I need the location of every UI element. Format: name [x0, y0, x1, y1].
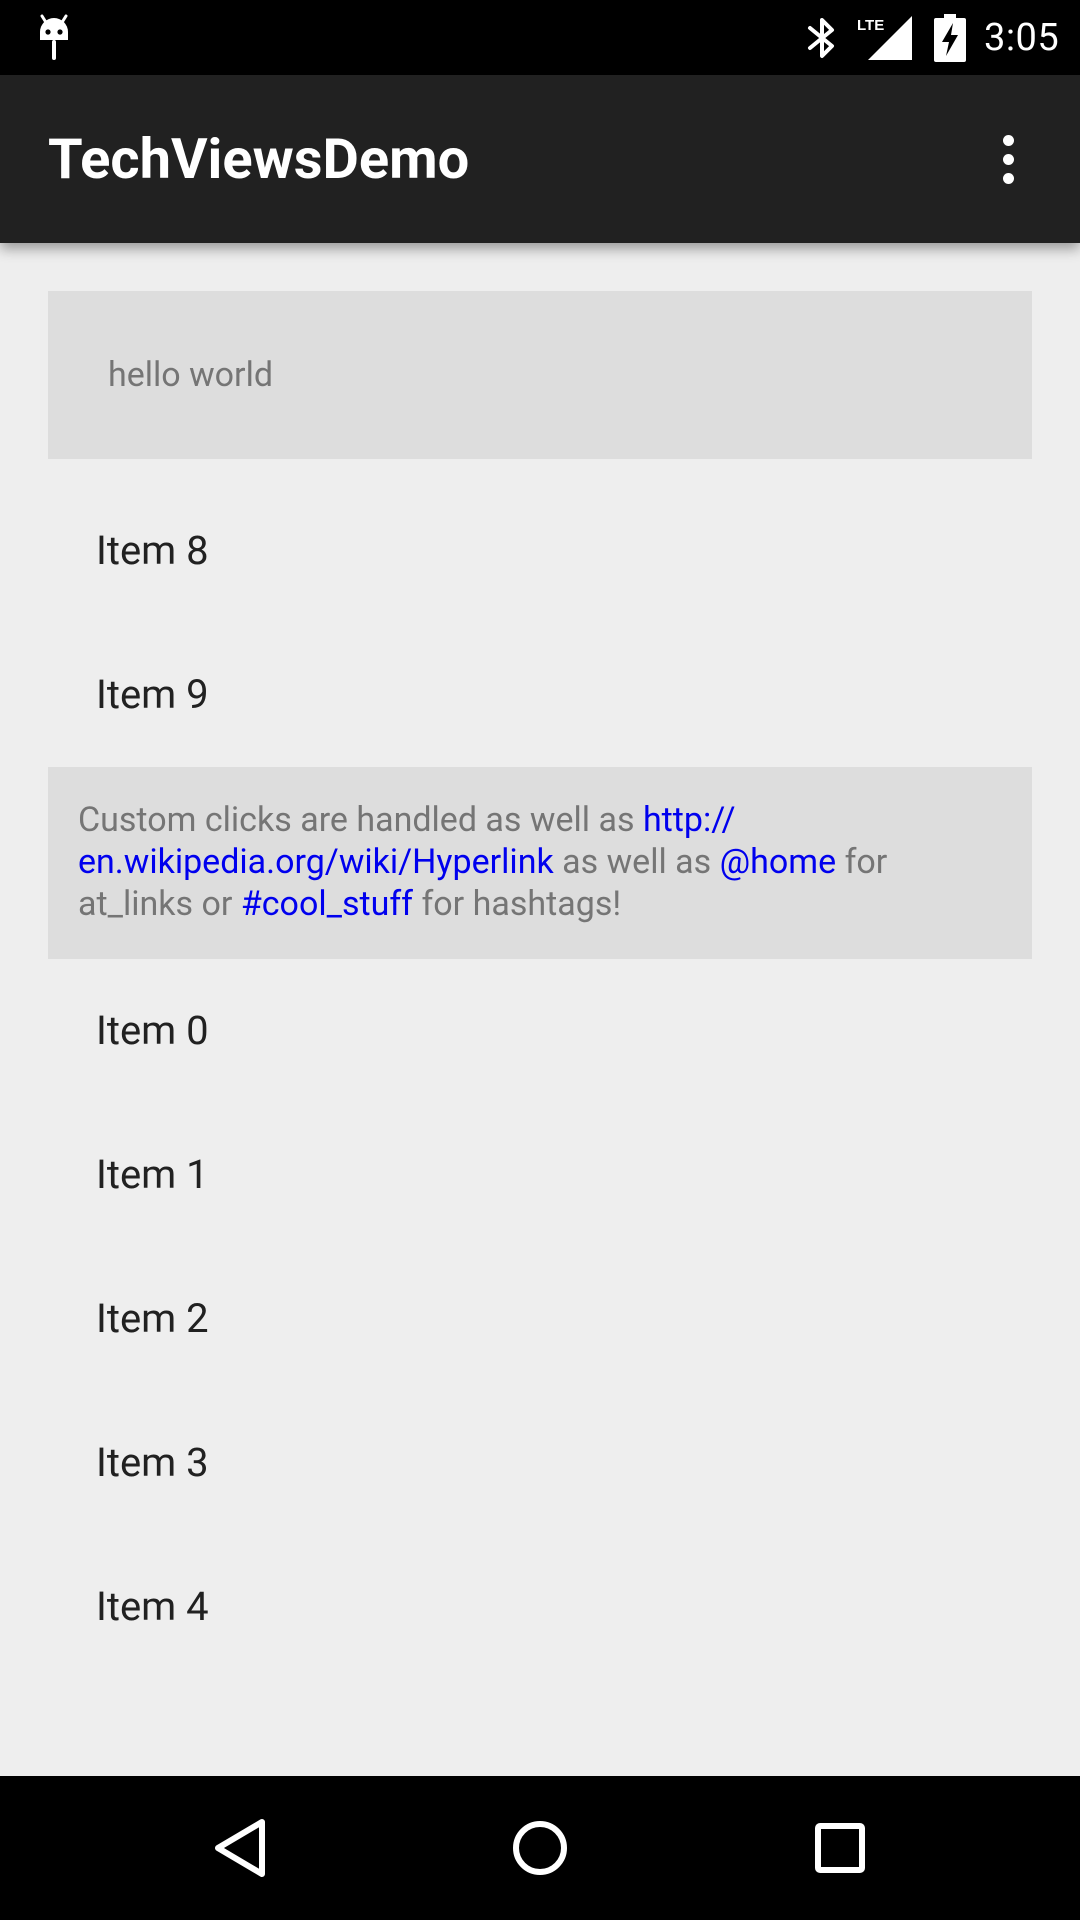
android-debug-icon [40, 14, 68, 60]
signal-icon: LTE [857, 16, 912, 60]
list-item-label: Item 2 [96, 1295, 209, 1342]
list-item[interactable]: Item 4 [0, 1535, 1080, 1679]
hashtag-link[interactable]: #cool_stuff [241, 884, 413, 924]
overflow-menu-button[interactable] [980, 125, 1036, 193]
content-list[interactable]: hello world Item 8 Item 9 Custom clicks … [0, 243, 1080, 1776]
bluetooth-icon [808, 18, 834, 58]
status-time: 3:05 [984, 16, 1060, 60]
hello-card: hello world [48, 291, 1032, 459]
status-bar: LTE 3:05 [0, 0, 1080, 75]
app-title: TechViewsDemo [48, 126, 470, 192]
link-text: Custom clicks are handled as well as htt… [78, 800, 888, 924]
list-item-label: Item 9 [96, 671, 209, 718]
list-item[interactable]: Item 3 [0, 1391, 1080, 1535]
link-card: Custom clicks are handled as well as htt… [48, 767, 1032, 959]
list-item[interactable]: Item 2 [0, 1247, 1080, 1391]
hello-text: hello world [108, 355, 274, 395]
list-item[interactable]: Item 8 [0, 479, 1080, 623]
home-button[interactable] [490, 1798, 590, 1898]
recents-button[interactable] [790, 1798, 890, 1898]
battery-charging-icon [934, 14, 966, 62]
network-type-label: LTE [857, 17, 884, 34]
list-item-label: Item 1 [96, 1151, 209, 1198]
list-item-label: Item 8 [96, 527, 209, 574]
app-toolbar: TechViewsDemo [0, 75, 1080, 243]
list-item-label: Item 3 [96, 1439, 209, 1486]
back-button[interactable] [190, 1798, 290, 1898]
recents-icon [815, 1823, 865, 1873]
list-item-label: Item 0 [96, 1007, 209, 1054]
list-item[interactable]: Item 9 [0, 623, 1080, 767]
mention-link[interactable]: @home [720, 842, 837, 882]
list-item-label: Item 4 [96, 1583, 209, 1630]
navigation-bar [0, 1776, 1080, 1920]
list-item[interactable]: Item 0 [0, 959, 1080, 1103]
back-icon [215, 1819, 265, 1877]
home-icon [513, 1821, 567, 1875]
list-item[interactable]: Item 1 [0, 1103, 1080, 1247]
overflow-menu-icon [1003, 135, 1014, 146]
